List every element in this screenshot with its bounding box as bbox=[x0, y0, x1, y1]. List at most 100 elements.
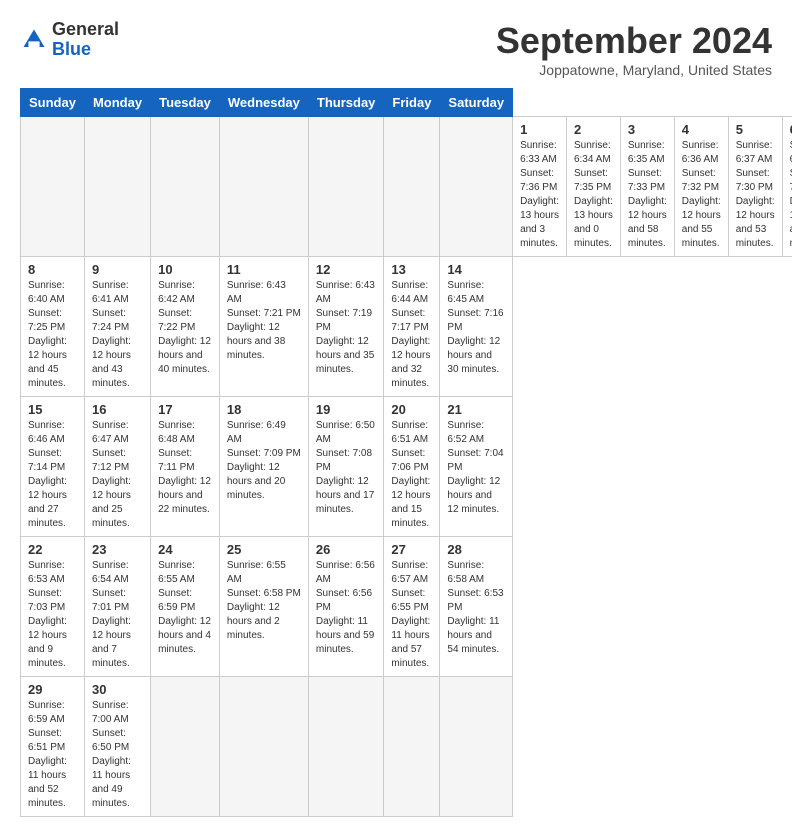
day-info: Sunrise: 6:46 AMSunset: 7:14 PMDaylight:… bbox=[28, 419, 77, 531]
day-info: Sunrise: 6:42 AMSunset: 7:22 PMDaylight:… bbox=[158, 279, 212, 377]
day-info: Sunrise: 6:54 AMSunset: 7:01 PMDaylight:… bbox=[92, 559, 143, 671]
day-number: 4 bbox=[682, 122, 721, 137]
calendar-day bbox=[219, 117, 308, 257]
calendar-day: 17Sunrise: 6:48 AMSunset: 7:11 PMDayligh… bbox=[151, 397, 220, 537]
day-number: 20 bbox=[391, 402, 432, 417]
calendar-day: 30Sunrise: 7:00 AMSunset: 6:50 PMDayligh… bbox=[84, 677, 150, 817]
calendar-day bbox=[384, 117, 440, 257]
day-number: 28 bbox=[447, 542, 505, 557]
calendar-day: 27Sunrise: 6:57 AMSunset: 6:55 PMDayligh… bbox=[384, 537, 440, 677]
calendar-day: 16 Sunrise: 6:47 AMSunset: 7:12 PMDayligh… bbox=[84, 397, 150, 537]
calendar-week-row: 29 Sunrise: 6:59 AMSunset: 6:51 PMDayligh… bbox=[21, 677, 792, 817]
day-info: Sunrise: 6:49 AMSunset: 7:09 PMDaylight:… bbox=[227, 419, 301, 503]
location: Joppatowne, Maryland, United States bbox=[496, 62, 772, 78]
calendar-week-row: 8 Sunrise: 6:40 AMSunset: 7:25 PMDaylight… bbox=[21, 257, 792, 397]
day-number: 21 bbox=[447, 402, 505, 417]
calendar-day: 28 Sunrise: 6:58 AMSunset: 6:53 PMDayligh… bbox=[440, 537, 513, 677]
calendar-day: 3Sunrise: 6:35 AMSunset: 7:33 PMDaylight… bbox=[620, 117, 674, 257]
day-number: 23 bbox=[92, 542, 143, 557]
day-info: Sunrise: 6:45 AMSunset: 7:16 PMDaylight:… bbox=[447, 279, 505, 377]
logo: General Blue bbox=[20, 20, 119, 60]
calendar-day: 20 Sunrise: 6:51 AMSunset: 7:06 PMDayligh… bbox=[384, 397, 440, 537]
calendar-day: 23 Sunrise: 6:54 AMSunset: 7:01 PMDayligh… bbox=[84, 537, 150, 677]
day-number: 10 bbox=[158, 262, 212, 277]
logo-icon bbox=[20, 26, 48, 54]
day-number: 26 bbox=[316, 542, 377, 557]
day-info: Sunrise: 6:37 AMSunset: 7:30 PMDaylight:… bbox=[736, 139, 775, 251]
calendar-day: 11 Sunrise: 6:43 AMSunset: 7:21 PMDayligh… bbox=[219, 257, 308, 397]
calendar-day: 1Sunrise: 6:33 AMSunset: 7:36 PMDaylight… bbox=[513, 117, 567, 257]
calendar-day: 25 Sunrise: 6:55 AMSunset: 6:58 PMDayligh… bbox=[219, 537, 308, 677]
day-info: Sunrise: 6:47 AMSunset: 7:12 PMDaylight:… bbox=[92, 419, 143, 531]
calendar-table: Sunday Monday Tuesday Wednesday Thursday… bbox=[20, 88, 792, 817]
col-saturday: Saturday bbox=[440, 89, 513, 117]
day-info: Sunrise: 6:36 AMSunset: 7:32 PMDaylight:… bbox=[682, 139, 721, 251]
calendar-day: 2Sunrise: 6:34 AMSunset: 7:35 PMDaylight… bbox=[566, 117, 620, 257]
calendar-day bbox=[308, 677, 384, 817]
calendar-day: 14Sunrise: 6:45 AMSunset: 7:16 PMDayligh… bbox=[440, 257, 513, 397]
day-info: Sunrise: 6:50 AMSunset: 7:08 PMDaylight:… bbox=[316, 419, 377, 517]
day-info: Sunrise: 7:00 AMSunset: 6:50 PMDaylight:… bbox=[92, 699, 143, 811]
calendar-day: 29 Sunrise: 6:59 AMSunset: 6:51 PMDayligh… bbox=[21, 677, 85, 817]
calendar-day: 9 Sunrise: 6:41 AMSunset: 7:24 PMDaylight… bbox=[84, 257, 150, 397]
col-sunday: Sunday bbox=[21, 89, 85, 117]
calendar-day bbox=[308, 117, 384, 257]
day-info: Sunrise: 6:40 AMSunset: 7:25 PMDaylight:… bbox=[28, 279, 77, 391]
day-info: Sunrise: 6:59 AMSunset: 6:51 PMDaylight:… bbox=[28, 699, 77, 811]
logo-text: General Blue bbox=[52, 20, 119, 60]
calendar-day: 5 Sunrise: 6:37 AMSunset: 7:30 PMDaylight… bbox=[728, 117, 782, 257]
day-number: 18 bbox=[227, 402, 301, 417]
calendar-day bbox=[384, 677, 440, 817]
calendar-week-row: 1Sunrise: 6:33 AMSunset: 7:36 PMDaylight… bbox=[21, 117, 792, 257]
day-number: 5 bbox=[736, 122, 775, 137]
calendar-day: 13 Sunrise: 6:44 AMSunset: 7:17 PMDayligh… bbox=[384, 257, 440, 397]
day-info: Sunrise: 6:43 AMSunset: 7:19 PMDaylight:… bbox=[316, 279, 377, 377]
calendar-day bbox=[84, 117, 150, 257]
col-thursday: Thursday bbox=[308, 89, 384, 117]
col-wednesday: Wednesday bbox=[219, 89, 308, 117]
day-info: Sunrise: 6:52 AMSunset: 7:04 PMDaylight:… bbox=[447, 419, 505, 517]
calendar-day: 22 Sunrise: 6:53 AMSunset: 7:03 PMDayligh… bbox=[21, 537, 85, 677]
day-info: Sunrise: 6:53 AMSunset: 7:03 PMDaylight:… bbox=[28, 559, 77, 671]
col-friday: Friday bbox=[384, 89, 440, 117]
calendar-day bbox=[219, 677, 308, 817]
day-number: 13 bbox=[391, 262, 432, 277]
day-number: 29 bbox=[28, 682, 77, 697]
calendar-day: 6Sunrise: 6:38 AMSunset: 7:29 PMDaylight… bbox=[782, 117, 792, 257]
calendar-day bbox=[151, 117, 220, 257]
day-info: Sunrise: 6:57 AMSunset: 6:55 PMDaylight:… bbox=[391, 559, 432, 671]
day-info: Sunrise: 6:43 AMSunset: 7:21 PMDaylight:… bbox=[227, 279, 301, 363]
month-title: September 2024 bbox=[496, 20, 772, 62]
day-number: 24 bbox=[158, 542, 212, 557]
calendar-day: 10 Sunrise: 6:42 AMSunset: 7:22 PMDayligh… bbox=[151, 257, 220, 397]
calendar-day: 19Sunrise: 6:50 AMSunset: 7:08 PMDayligh… bbox=[308, 397, 384, 537]
day-number: 3 bbox=[628, 122, 667, 137]
day-number: 22 bbox=[28, 542, 77, 557]
day-number: 8 bbox=[28, 262, 77, 277]
day-info: Sunrise: 6:51 AMSunset: 7:06 PMDaylight:… bbox=[391, 419, 432, 531]
calendar-day bbox=[440, 677, 513, 817]
calendar-day: 21 Sunrise: 6:52 AMSunset: 7:04 PMDayligh… bbox=[440, 397, 513, 537]
day-number: 25 bbox=[227, 542, 301, 557]
calendar-week-row: 15Sunrise: 6:46 AMSunset: 7:14 PMDayligh… bbox=[21, 397, 792, 537]
day-info: Sunrise: 6:41 AMSunset: 7:24 PMDaylight:… bbox=[92, 279, 143, 391]
day-info: Sunrise: 6:33 AMSunset: 7:36 PMDaylight:… bbox=[520, 139, 559, 251]
calendar-day: 26Sunrise: 6:56 AMSunset: 6:56 PMDayligh… bbox=[308, 537, 384, 677]
calendar-day: 24 Sunrise: 6:55 AMSunset: 6:59 PMDayligh… bbox=[151, 537, 220, 677]
calendar-day: 4 Sunrise: 6:36 AMSunset: 7:32 PMDaylight… bbox=[674, 117, 728, 257]
col-tuesday: Tuesday bbox=[151, 89, 220, 117]
title-block: September 2024 Joppatowne, Maryland, Uni… bbox=[496, 20, 772, 78]
day-number: 16 bbox=[92, 402, 143, 417]
day-info: Sunrise: 6:55 AMSunset: 6:58 PMDaylight:… bbox=[227, 559, 301, 643]
day-number: 12 bbox=[316, 262, 377, 277]
day-info: Sunrise: 6:44 AMSunset: 7:17 PMDaylight:… bbox=[391, 279, 432, 391]
day-info: Sunrise: 6:58 AMSunset: 6:53 PMDaylight:… bbox=[447, 559, 505, 657]
day-number: 11 bbox=[227, 262, 301, 277]
day-number: 17 bbox=[158, 402, 212, 417]
calendar-day bbox=[151, 677, 220, 817]
calendar-day: 12 Sunrise: 6:43 AMSunset: 7:19 PMDayligh… bbox=[308, 257, 384, 397]
calendar-day: 8 Sunrise: 6:40 AMSunset: 7:25 PMDaylight… bbox=[21, 257, 85, 397]
day-info: Sunrise: 6:55 AMSunset: 6:59 PMDaylight:… bbox=[158, 559, 212, 657]
day-number: 9 bbox=[92, 262, 143, 277]
page-header: General Blue September 2024 Joppatowne, … bbox=[20, 20, 772, 78]
